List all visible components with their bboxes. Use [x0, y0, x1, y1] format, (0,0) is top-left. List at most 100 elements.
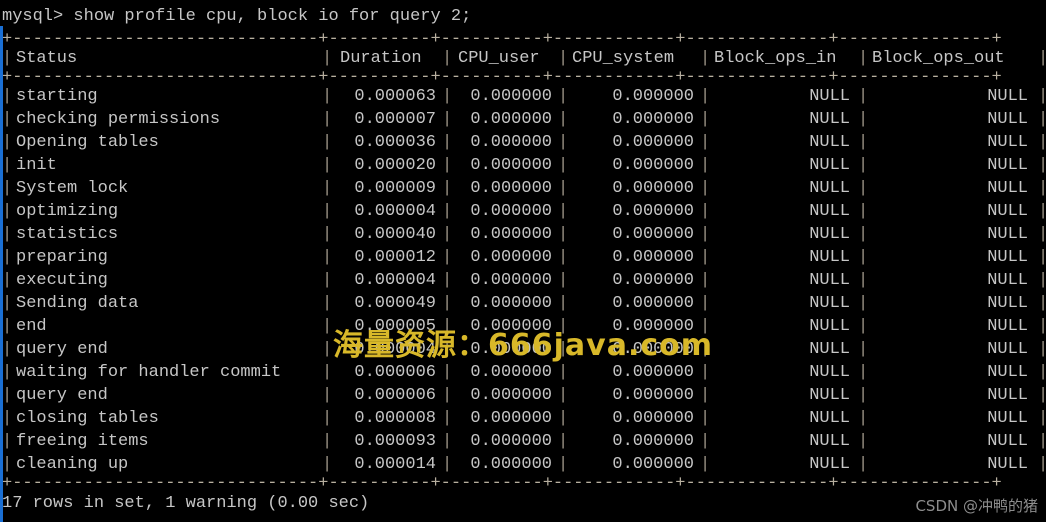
grid-bar: |	[322, 340, 333, 359]
cell-cpu-user: 0.000000	[470, 110, 552, 129]
grid-bar: |	[558, 317, 569, 336]
cell-status: query end	[16, 340, 108, 359]
cell-cpu-system: 0.000000	[612, 317, 694, 336]
grid-bar: |	[558, 271, 569, 290]
grid-bar: |	[1038, 179, 1046, 198]
cell-block-ops-out: NULL	[987, 271, 1028, 290]
cell-block-ops-in: NULL	[809, 202, 850, 221]
grid-bar: |	[322, 133, 333, 152]
grid-bar: |	[1038, 294, 1046, 313]
column-header-duration: Duration	[340, 49, 422, 68]
cell-status: Opening tables	[16, 133, 159, 152]
grid-bar: |	[2, 156, 13, 175]
cell-duration: 0.000020	[354, 156, 436, 175]
grid-bar: |	[2, 271, 13, 290]
table-row: | | | | | | | cleaning up 0.000014 0.000000 0.0000…	[2, 453, 1046, 476]
cell-block-ops-out: NULL	[987, 409, 1028, 428]
grid-bar: |	[558, 455, 569, 474]
cell-status: checking permissions	[16, 110, 221, 129]
cell-duration: 0.000007	[354, 110, 436, 129]
grid-bar: |	[442, 432, 453, 451]
cell-block-ops-out: NULL	[987, 133, 1028, 152]
grid-bar: |	[558, 225, 569, 244]
grid-bar: |	[2, 225, 13, 244]
cell-cpu-user: 0.000000	[470, 179, 552, 198]
cell-status: preparing	[16, 248, 108, 267]
profile-table-body: | | | | | | | starting 0.000063 0.000000 0.000000 N…	[2, 85, 1046, 476]
cell-cpu-user: 0.000000	[470, 156, 552, 175]
cell-cpu-user: 0.000000	[470, 432, 552, 451]
cell-block-ops-in: NULL	[809, 340, 850, 359]
table-row: | | | | | | | closing tables 0.000008 0.000000 0.0…	[2, 407, 1046, 430]
table-row: | | | | | | | executing 0.000004 0.000000 0.000000…	[2, 269, 1046, 292]
grid-bar: |	[442, 340, 453, 359]
table-row: | | | | | | | query end 0.000006 0.000000 0.000000…	[2, 384, 1046, 407]
grid-bar: |	[1038, 340, 1046, 359]
grid-bar: |	[2, 432, 13, 451]
column-header-status: Status	[16, 49, 78, 68]
grid-bar: |	[1038, 432, 1046, 451]
grid-bar: |	[2, 87, 13, 106]
cell-duration: 0.000014	[354, 455, 436, 474]
grid-bar: |	[322, 225, 333, 244]
cell-duration: 0.000036	[354, 133, 436, 152]
grid-bar: |	[322, 363, 333, 382]
cell-block-ops-out: NULL	[987, 294, 1028, 313]
mysql-prompt-command: mysql> show profile cpu, block io for qu…	[2, 7, 472, 26]
cell-cpu-user: 0.000000	[470, 271, 552, 290]
grid-bar: |	[558, 294, 569, 313]
cell-cpu-user: 0.000000	[470, 317, 552, 336]
table-rule-bottom: +------------------------------+--------…	[2, 476, 1002, 491]
grid-bar: |	[1038, 386, 1046, 405]
grid-bar: |	[2, 455, 13, 474]
cell-duration: 0.000012	[354, 248, 436, 267]
cell-block-ops-in: NULL	[809, 386, 850, 405]
grid-bar: |	[442, 87, 453, 106]
grid-bar: |	[442, 294, 453, 313]
grid-bar: |	[1038, 87, 1046, 106]
cell-cpu-system: 0.000000	[612, 432, 694, 451]
table-row: | | | | | | | statistics 0.000040 0.000000 0.00000…	[2, 223, 1046, 246]
grid-bar: |	[1038, 248, 1046, 267]
table-row: | | | | | | | end 0.000005 0.000000 0.000000 NULL NU…	[2, 315, 1046, 338]
grid-bar: |	[558, 49, 569, 68]
grid-bar: |	[442, 386, 453, 405]
cell-cpu-system: 0.000000	[612, 87, 694, 106]
grid-bar: |	[558, 340, 569, 359]
cell-cpu-system: 0.000000	[612, 340, 694, 359]
cell-block-ops-out: NULL	[987, 455, 1028, 474]
cell-cpu-system: 0.000000	[612, 133, 694, 152]
cell-cpu-system: 0.000000	[612, 202, 694, 221]
table-row: | | | | | | | starting 0.000063 0.000000 0.000000 N…	[2, 85, 1046, 108]
table-row: | | | | | | | init 0.000020 0.000000 0.000000 NULL N…	[2, 154, 1046, 177]
grid-bar: |	[558, 202, 569, 221]
grid-bar: |	[558, 363, 569, 382]
cell-cpu-system: 0.000000	[612, 271, 694, 290]
grid-bar: |	[2, 49, 13, 68]
cell-block-ops-in: NULL	[809, 133, 850, 152]
cell-block-ops-in: NULL	[809, 432, 850, 451]
grid-bar: |	[1038, 133, 1046, 152]
column-header-cpu-system: CPU_system	[572, 49, 675, 68]
table-row: | | | | | | | waiting for handler commit 0.00000…	[2, 361, 1046, 384]
grid-bar: |	[558, 432, 569, 451]
grid-bar: |	[322, 110, 333, 129]
cell-cpu-user: 0.000000	[470, 455, 552, 474]
csdn-credit: CSDN @冲鸭的猪	[915, 497, 1038, 515]
mysql-terminal[interactable]: mysql> show profile cpu, block io for qu…	[0, 0, 1046, 522]
grid-bar: |	[858, 49, 869, 68]
cell-duration: 0.000008	[354, 409, 436, 428]
cell-duration: 0.000005	[354, 317, 436, 336]
cell-status: init	[16, 156, 57, 175]
cell-block-ops-in: NULL	[809, 363, 850, 382]
cell-status: freeing items	[16, 432, 149, 451]
grid-bar: |	[558, 386, 569, 405]
grid-bar: |	[2, 133, 13, 152]
cell-cpu-system: 0.000000	[612, 386, 694, 405]
grid-bar: |	[1038, 455, 1046, 474]
cell-block-ops-in: NULL	[809, 156, 850, 175]
cell-status: waiting for handler commit	[16, 363, 282, 382]
cell-cpu-system: 0.000000	[612, 179, 694, 198]
cell-block-ops-out: NULL	[987, 110, 1028, 129]
cell-duration: 0.000040	[354, 225, 436, 244]
